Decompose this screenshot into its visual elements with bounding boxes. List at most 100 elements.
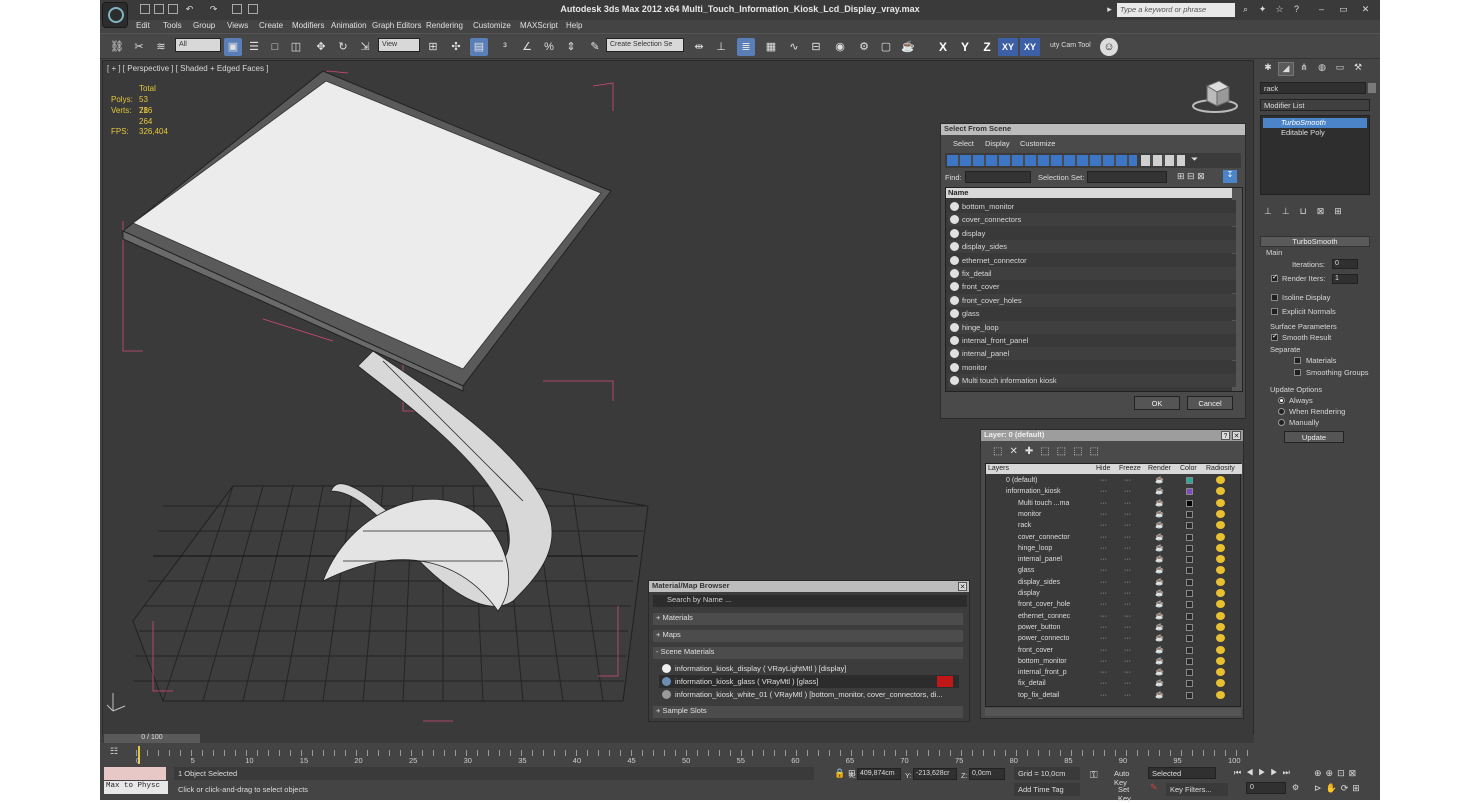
radiosity-icon[interactable] <box>1216 668 1225 677</box>
x-coordinate-field[interactable]: 409,874cm <box>857 768 901 780</box>
layer-color-swatch[interactable] <box>1186 691 1193 699</box>
modifier-stack[interactable]: TurboSmooth Editable Poly <box>1260 115 1370 195</box>
layer-color-swatch[interactable] <box>1186 567 1193 575</box>
layer-color-swatch[interactable] <box>1186 669 1193 677</box>
layer-color-swatch[interactable] <box>1186 556 1193 564</box>
freeze-toggle[interactable]: ··· <box>1124 543 1131 554</box>
update-when-rendering-radio[interactable] <box>1278 408 1285 415</box>
select-by-name-icon[interactable]: ☰ <box>245 38 263 56</box>
hide-toggle[interactable]: ··· <box>1100 645 1107 656</box>
menu-edit[interactable]: Edit <box>136 21 150 30</box>
time-configuration-icon[interactable]: ⚙ <box>1292 783 1299 792</box>
render-toggle[interactable]: ☕ <box>1155 690 1164 701</box>
radiosity-icon[interactable] <box>1216 600 1225 609</box>
layer-hscrollbar[interactable] <box>985 708 1241 716</box>
radiosity-icon[interactable] <box>1216 532 1225 541</box>
freeze-toggle[interactable]: ··· <box>1124 498 1131 509</box>
isoline-display-checkbox[interactable] <box>1271 294 1278 301</box>
select-manipulate-icon[interactable]: ✣ <box>447 38 465 56</box>
layer-object-row[interactable]: power_button ··· ··· ☕ <box>988 622 1238 633</box>
freeze-toggle[interactable]: ··· <box>1124 565 1131 576</box>
hide-toggle[interactable]: ··· <box>1100 622 1107 633</box>
key-filters-button[interactable]: Key Filters... <box>1166 783 1228 796</box>
layer-color-swatch[interactable] <box>1186 657 1193 665</box>
hide-toggle[interactable]: ··· <box>1100 599 1107 610</box>
hide-toggle[interactable]: ··· <box>1100 498 1107 509</box>
radiosity-icon[interactable] <box>1216 645 1225 654</box>
sfs-menu-customize[interactable]: Customize <box>1020 139 1055 148</box>
render-iters-checkbox[interactable] <box>1271 273 1278 282</box>
materials-group[interactable]: + Materials <box>653 613 963 625</box>
viewport-orbit-icons[interactable]: ⊳✋⟳⊞ <box>1314 783 1364 794</box>
move-icon[interactable]: ✥ <box>312 38 330 56</box>
layer-color-swatch[interactable] <box>1186 533 1193 541</box>
layer-color-swatch[interactable] <box>1186 635 1193 643</box>
maps-group[interactable]: + Maps <box>653 630 963 642</box>
edit-named-selection-icon[interactable]: ✎ <box>586 38 604 56</box>
render-production-icon[interactable]: ☕ <box>899 38 917 56</box>
sfs-find-input[interactable] <box>965 171 1031 183</box>
render-toggle[interactable]: ☕ <box>1155 520 1164 531</box>
sfs-ok-button[interactable]: OK <box>1134 396 1180 410</box>
search-triangle-icon[interactable]: ▸ <box>1104 4 1115 15</box>
freeze-toggle[interactable]: ··· <box>1124 645 1131 656</box>
display-tab-icon[interactable]: ▭ <box>1332 62 1348 76</box>
render-toggle[interactable]: ☕ <box>1155 486 1164 497</box>
radiosity-icon[interactable] <box>1216 543 1225 552</box>
material-editor-icon[interactable]: ◉ <box>831 38 849 56</box>
bind-space-warp-icon[interactable]: ≋ <box>152 38 170 56</box>
timeline[interactable]: 0 / 100 ☷ 0 5 10 15 20 25 30 35 40 45 50 55 60 65 70 75… <box>102 734 1254 768</box>
render-toggle[interactable]: ☕ <box>1155 599 1164 610</box>
stack-tools-icons[interactable]: ⊥⊥⊔⊠⊞ <box>1264 206 1368 216</box>
object-name-input[interactable]: rack <box>1260 82 1366 94</box>
sfs-object-row[interactable]: display_sides <box>948 240 1236 254</box>
motion-tab-icon[interactable]: ◍ <box>1314 62 1330 76</box>
layer-manager-icon[interactable]: ≣ <box>737 38 755 56</box>
sfs-menu-select[interactable]: Select <box>953 139 974 148</box>
layer-row[interactable]: information_kiosk ··· ··· ☕ <box>988 486 1238 497</box>
layer-toolbar-icons[interactable]: ⬚✕✚⬚⬚⬚⬚ <box>993 446 1106 457</box>
layer-object-row[interactable]: hinge_loop ··· ··· ☕ <box>988 543 1238 554</box>
layer-col-hide[interactable]: Hide <box>1096 465 1110 472</box>
render-toggle[interactable]: ☕ <box>1155 532 1164 543</box>
axis-xy-cycle-button[interactable]: XY <box>1020 38 1040 56</box>
sfs-object-list[interactable]: Name bottom_monitor cover_connectors displ… <box>945 187 1243 392</box>
pivot-center-icon[interactable]: ⊞ <box>424 38 442 56</box>
layer-col-render[interactable]: Render <box>1148 465 1171 472</box>
select-link-icon[interactable]: ⛓ <box>108 38 126 56</box>
freeze-toggle[interactable]: ··· <box>1124 622 1131 633</box>
radiosity-icon[interactable] <box>1216 521 1225 530</box>
auto-key-button[interactable]: Auto Key <box>1112 767 1146 787</box>
render-toggle[interactable]: ☕ <box>1155 565 1164 576</box>
sfs-selection-set-dropdown[interactable] <box>1087 171 1167 183</box>
radiosity-icon[interactable] <box>1216 566 1225 575</box>
layer-color-swatch[interactable] <box>1186 477 1193 484</box>
layer-col-freeze[interactable]: Freeze <box>1119 465 1141 472</box>
subscription-icon[interactable]: ✦ <box>1257 4 1268 15</box>
layer-object-row[interactable]: rack ··· ··· ☕ <box>988 520 1238 531</box>
sfs-funnel-icon[interactable]: ⏷ <box>1191 154 1198 165</box>
sfs-sync-icon[interactable]: ↧ <box>1223 170 1237 183</box>
angle-snap-icon[interactable]: ∠ <box>518 38 536 56</box>
layer-color-swatch[interactable] <box>1186 522 1193 530</box>
stack-item-turbosmooth[interactable]: TurboSmooth <box>1263 118 1367 128</box>
freeze-toggle[interactable]: ··· <box>1124 611 1131 622</box>
sfs-object-row[interactable]: cover_connectors <box>948 213 1236 227</box>
playback-controls-icons[interactable]: ⏮◀▶▶⏭ <box>1234 768 1295 778</box>
select-object-icon[interactable]: ▣ <box>224 38 242 56</box>
sfs-object-row[interactable]: fix_detail <box>948 267 1236 280</box>
modifier-list-dropdown[interactable]: Modifier List <box>1260 99 1370 111</box>
scene-materials-group[interactable]: - Scene Materials <box>653 647 963 659</box>
layer-dialog-close-icon[interactable]: ✕ <box>1232 431 1241 440</box>
layer-object-row[interactable]: bottom_monitor ··· ··· ☕ <box>988 656 1238 667</box>
sfs-object-row[interactable]: front_cover <box>948 280 1236 294</box>
hide-toggle[interactable]: ··· <box>1100 565 1107 576</box>
render-iters-spinner[interactable]: 1 <box>1332 274 1358 284</box>
freeze-toggle[interactable]: ··· <box>1124 475 1131 486</box>
z-coordinate-field[interactable]: 0,0cm <box>969 768 1005 780</box>
layer-color-swatch[interactable] <box>1186 499 1193 507</box>
layer-object-row[interactable]: internal_panel ··· ··· ☕ <box>988 554 1238 565</box>
render-toggle[interactable]: ☕ <box>1155 622 1164 633</box>
rectangular-selection-icon[interactable]: □ <box>266 38 284 56</box>
sfs-object-row[interactable]: hinge_loop <box>948 320 1236 334</box>
